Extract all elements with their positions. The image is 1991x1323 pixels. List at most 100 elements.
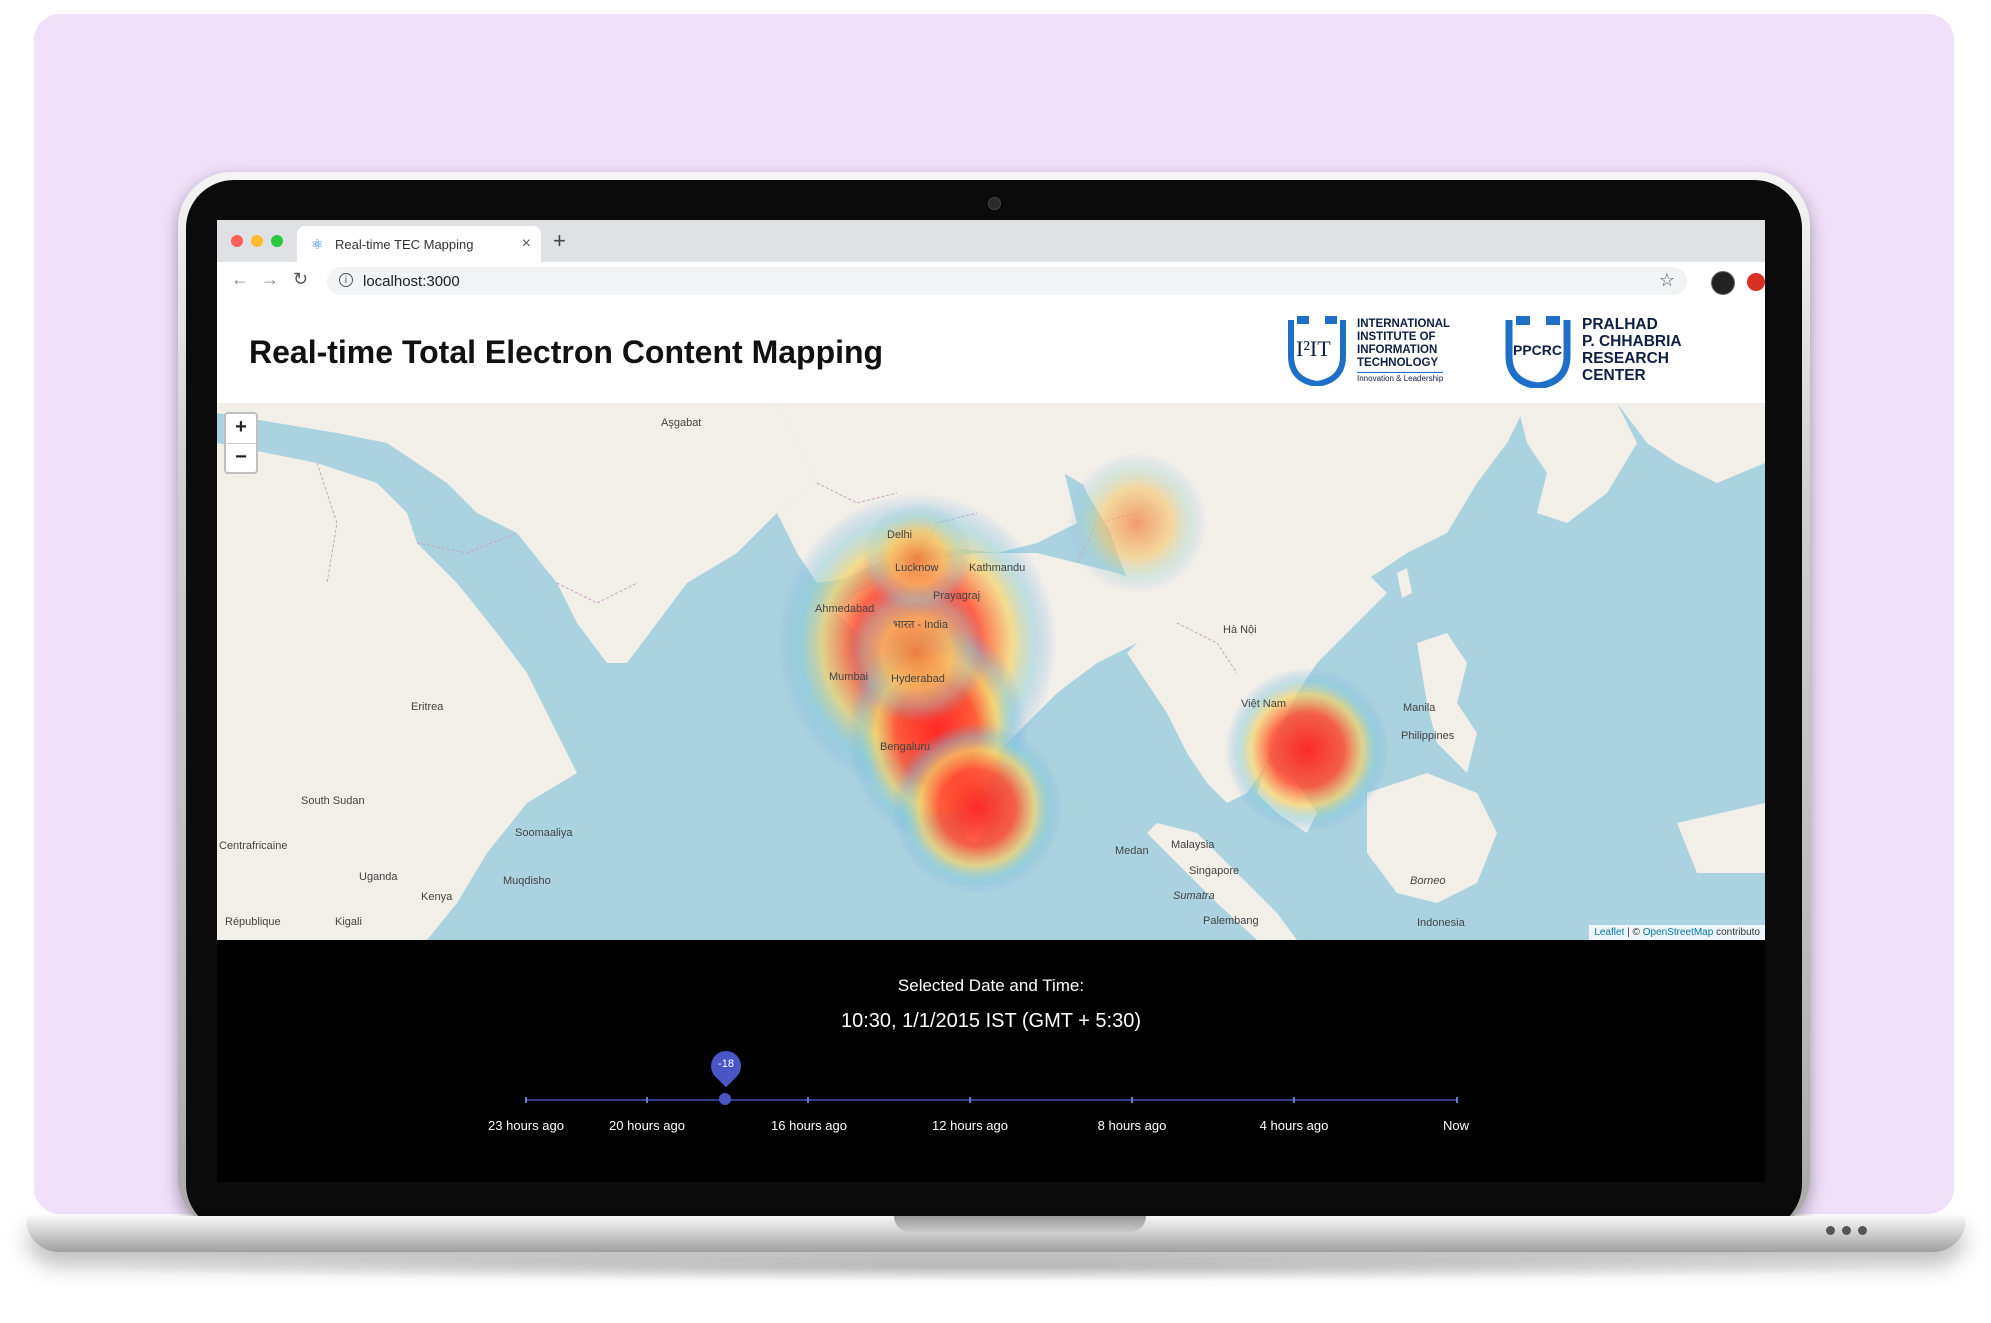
browser-toolbar: ← → ↻ i localhost:3000 ☆ [217,262,1765,301]
osm-link[interactable]: OpenStreetMap [1643,927,1714,938]
slider-tick [525,1097,527,1103]
map-label-city: Bengaluru [880,741,931,753]
logo1-line: INSTITUTE OF [1357,331,1436,343]
selected-datetime-value: 10:30, 1/1/2015 IST (GMT + 5:30) [841,1010,1141,1032]
zoom-control: + − [224,412,258,474]
forward-arrow-icon[interactable]: → [261,269,279,290]
close-window-icon[interactable] [231,235,243,247]
slider-tick-label[interactable]: Now [1443,1118,1469,1133]
leaflet-link[interactable]: Leaflet [1594,927,1624,938]
new-tab-button[interactable]: + [553,228,566,254]
url-text: localhost:3000 [363,273,460,290]
slider-tick [1293,1097,1295,1103]
map-label-city: Mumbai [829,671,869,683]
slider-tick-label[interactable]: 8 hours ago [1098,1118,1167,1133]
attribution-tail: contributo [1713,927,1760,938]
map-label-city: Palembang [1203,915,1259,927]
map-label-country: South Sudan [301,795,365,807]
map-label-island: Sumatra [1173,890,1215,902]
info-icon[interactable]: i [339,273,353,287]
map-label-country: Centrafricaine [219,840,288,852]
slider-tick [969,1097,971,1103]
map-label-city: Aşgabat [661,417,702,429]
logo2-line: CENTER [1582,367,1646,384]
slider-value-text: -18 [718,1058,734,1070]
map-label-city: Medan [1115,845,1149,857]
address-bar[interactable]: i localhost:3000 ☆ [327,267,1687,295]
page-header: Real-time Total Electron Content Mapping… [217,300,1765,403]
slider-tick [1131,1097,1133,1103]
map-label-city: Lucknow [895,562,939,574]
camera-icon [988,197,1001,210]
map-label-country: Kenya [421,891,453,903]
ppcrc-logo: PPCRC PRALHAD P. CHHABRIA RESEARCH CENTE… [1504,316,1724,388]
slider-tick [646,1097,648,1103]
map-label-country: भारत - India [893,619,948,631]
map-label-city: Manila [1403,702,1436,714]
timeline-panel: Selected Date and Time: 10:30, 1/1/2015 … [217,940,1765,1182]
i2it-mark: I²IT [1296,336,1331,361]
map-label-country: République [225,916,281,928]
laptop-base [26,1216,1966,1252]
map-label-city: Kathmandu [969,562,1026,574]
slider-tick-label[interactable]: 4 hours ago [1260,1118,1329,1133]
base-dot [1826,1226,1835,1235]
map-label-city: Hyderabad [891,673,945,685]
close-tab-icon[interactable]: × [522,235,531,253]
slider-tick-label[interactable]: 12 hours ago [932,1118,1008,1133]
map-label-city: Prayagraj [933,590,981,602]
map-label-country: Indonesia [1417,917,1465,929]
tec-map[interactable]: Delhi Lucknow Kathmandu Prayagraj Ahmeda… [217,403,1765,940]
laptop-shadow [80,1252,1910,1282]
map-label-city: Hà Nội [1223,624,1257,636]
selected-datetime-label: Selected Date and Time: [897,976,1085,995]
bookmark-star-icon[interactable]: ☆ [1659,270,1675,291]
logo2-line: P. CHHABRIA [1582,333,1682,350]
tab-title: Real-time TEC Mapping [335,237,474,252]
slider-tick [807,1097,809,1103]
logo2-line: RESEARCH [1582,350,1669,367]
screen: ⚛ Real-time TEC Mapping × + ← → ↻ i loca… [217,220,1765,1182]
map-label-country: Soomaaliya [515,827,573,839]
map-label-country: Việt Nam [1241,698,1287,710]
map-label-city: Singapore [1189,865,1240,877]
logo1-line: TECHNOLOGY [1357,357,1439,369]
laptop-notch [894,1216,1146,1232]
profile-avatar[interactable] [1711,271,1735,295]
map-label-island: Borneo [1410,875,1446,887]
slider-tick-label[interactable]: 23 hours ago [488,1118,564,1133]
map-label-country: Malaysia [1171,839,1215,851]
react-icon: ⚛ [311,236,324,252]
logo1-line: INFORMATION [1357,344,1438,356]
map-attribution: Leaflet | © OpenStreetMap contributo [1589,925,1765,940]
map-label-city: Ahmedabad [815,603,875,615]
i2it-logo: I²IT INTERNATIONAL INSTITUTE OF INFORMAT… [1287,316,1467,388]
map-label-country: Eritrea [411,701,444,713]
ppcrc-mark: PPCRC [1513,342,1563,358]
logo1-line: INTERNATIONAL [1357,318,1451,330]
maximize-window-icon[interactable] [271,235,283,247]
logo1-tagline: Innovation & Leadership [1357,372,1444,383]
back-arrow-icon[interactable]: ← [231,269,249,290]
attribution-separator: | © [1624,927,1643,938]
minimize-window-icon[interactable] [251,235,263,247]
page-title: Real-time Total Electron Content Mapping [249,334,884,370]
slider-tick-label[interactable]: 16 hours ago [771,1118,847,1133]
map-label-city: Muqdisho [503,875,551,887]
time-slider-track[interactable] [526,1099,1458,1101]
map-label-country: Uganda [359,871,398,883]
base-dot [1858,1226,1867,1235]
slider-tick-label[interactable]: 20 hours ago [609,1118,685,1133]
map-label-city: Delhi [887,529,913,541]
time-slider-handle[interactable] [719,1093,731,1105]
zoom-out-button[interactable]: − [226,443,256,473]
base-dot [1842,1226,1851,1235]
map-tiles [217,403,1765,940]
logo2-line: PRALHAD [1582,316,1658,333]
browser-tab-bar: ⚛ Real-time TEC Mapping × + [217,220,1765,262]
extension-icon[interactable] [1747,273,1765,291]
browser-tab[interactable]: ⚛ Real-time TEC Mapping × [297,226,541,262]
map-label-country: Philippines [1401,730,1455,742]
reload-icon[interactable]: ↻ [293,269,308,290]
zoom-in-button[interactable]: + [226,414,256,443]
